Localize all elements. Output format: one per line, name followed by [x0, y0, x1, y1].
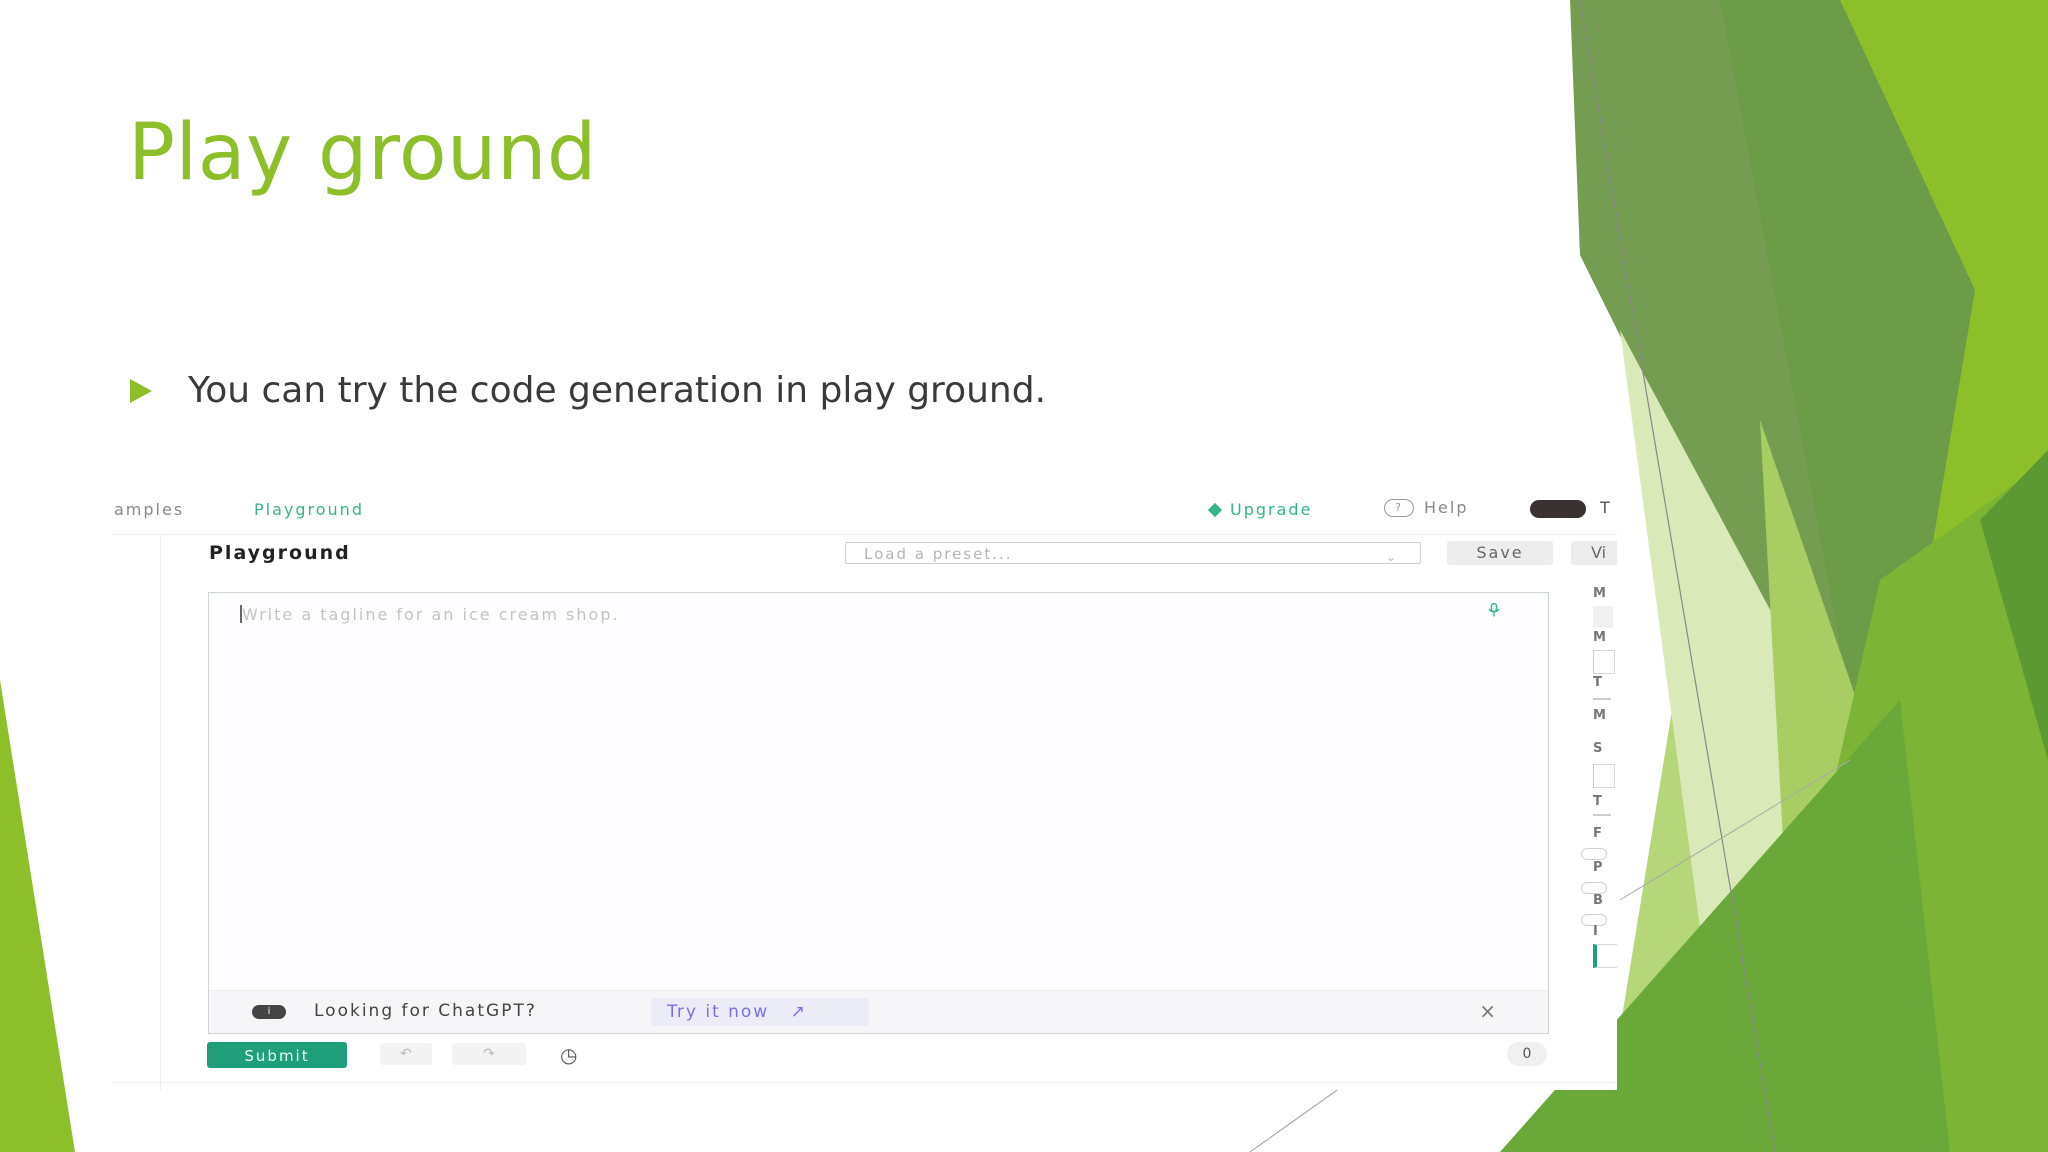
settings-panel-cutoff: M M T M S T F P B I: [1581, 586, 1617, 1086]
slide-title: Play ground: [128, 108, 597, 198]
slider-track[interactable]: [1593, 814, 1611, 816]
editor-placeholder: Write a tagline for an ice cream shop.: [242, 605, 620, 624]
help-label: Help: [1424, 498, 1469, 517]
upgrade-link[interactable]: Upgrade: [1207, 500, 1313, 519]
setting-label: M: [1593, 630, 1606, 645]
external-link-icon: ↗: [790, 1002, 807, 1022]
upgrade-label: Upgrade: [1230, 500, 1313, 519]
nav-playground-link[interactable]: Playground: [254, 500, 364, 519]
view-code-button[interactable]: Vi: [1571, 541, 1617, 565]
bullet-text: You can try the code generation in play …: [188, 370, 1047, 411]
token-count: 0: [1507, 1042, 1547, 1066]
help-question-icon: ?: [1384, 498, 1414, 517]
chatgpt-banner: i Looking for ChatGPT? Try it now ↗ ×: [209, 990, 1548, 1033]
redo-button[interactable]: ↷: [452, 1043, 526, 1065]
setting-control[interactable]: [1593, 606, 1613, 628]
setting-label: M: [1593, 708, 1606, 723]
chevron-down-icon: ⌄: [1385, 550, 1398, 564]
playground-screenshot: amples Playground Upgrade ? Help T Playg…: [112, 486, 1617, 1090]
close-icon[interactable]: ×: [1479, 999, 1496, 1023]
user-name-initial[interactable]: T: [1600, 498, 1610, 517]
avatar[interactable]: [1530, 500, 1586, 518]
setting-label: F: [1593, 826, 1602, 841]
preset-placeholder: Load a preset...: [864, 545, 1013, 563]
setting-control[interactable]: [1593, 764, 1615, 788]
prompt-editor[interactable]: Write a tagline for an ice cream shop. i…: [208, 592, 1549, 1034]
try-it-now-label: Try it now: [667, 1002, 770, 1022]
setting-control[interactable]: [1593, 944, 1617, 968]
bullet-item: You can try the code generation in play …: [130, 370, 1046, 411]
setting-label: T: [1593, 675, 1602, 690]
save-button[interactable]: Save: [1447, 541, 1553, 565]
preset-select[interactable]: Load a preset... ⌄: [845, 542, 1421, 564]
upgrade-diamond-icon: [1207, 502, 1223, 517]
info-icon: i: [252, 1005, 286, 1019]
toggle-control[interactable]: [1581, 848, 1607, 860]
top-nav: amples Playground Upgrade ? Help T: [112, 486, 1617, 535]
banner-text: Looking for ChatGPT?: [314, 1001, 537, 1021]
help-link[interactable]: ? Help: [1384, 498, 1468, 517]
history-icon[interactable]: ◷: [560, 1043, 577, 1067]
setting-label: I: [1593, 924, 1598, 939]
setting-label: P: [1593, 860, 1603, 875]
microphone-icon[interactable]: [1488, 603, 1500, 617]
setting-control[interactable]: [1593, 650, 1615, 674]
setting-label: T: [1593, 794, 1602, 809]
nav-examples-link[interactable]: amples: [114, 500, 184, 519]
setting-label: M: [1593, 586, 1606, 601]
bottom-divider: [112, 1082, 1617, 1083]
playground-heading: Playground: [209, 542, 351, 564]
bullet-triangle-icon: [130, 378, 152, 403]
undo-button[interactable]: ↶: [380, 1043, 432, 1065]
setting-label: S: [1593, 741, 1603, 756]
try-it-now-link[interactable]: Try it now ↗: [651, 998, 869, 1026]
setting-label: B: [1593, 893, 1603, 908]
submit-button[interactable]: Submit: [207, 1042, 347, 1068]
slider-track[interactable]: [1593, 698, 1611, 700]
left-divider: [160, 534, 161, 1090]
